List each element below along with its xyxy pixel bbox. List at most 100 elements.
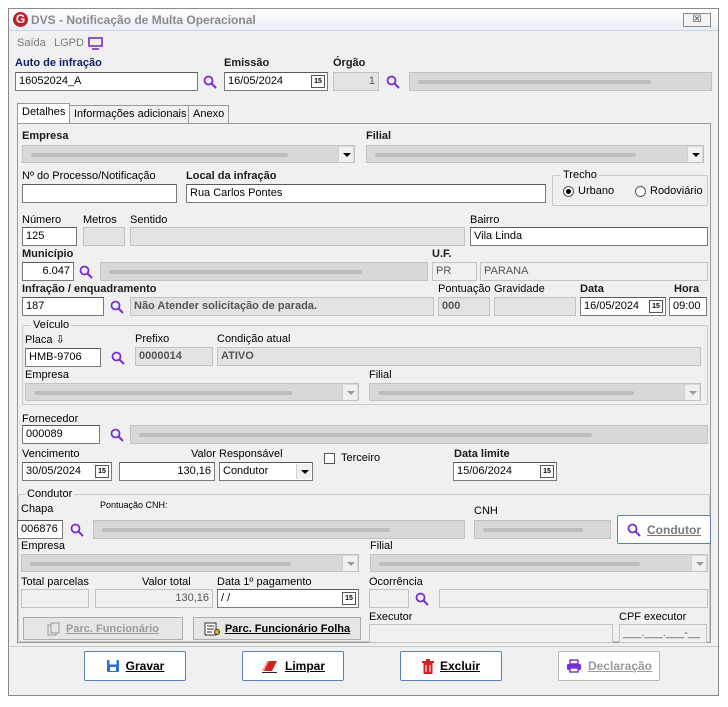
condutor-button[interactable]: Condutor bbox=[617, 515, 711, 544]
empresa-select[interactable] bbox=[22, 145, 355, 163]
auto-infracao-input[interactable]: 16052024_A bbox=[15, 72, 198, 91]
filial-select[interactable] bbox=[366, 145, 704, 163]
chevron-down-icon[interactable] bbox=[296, 464, 311, 479]
chevron-down-icon[interactable] bbox=[687, 147, 702, 162]
executor-input bbox=[369, 624, 613, 643]
search-icon[interactable] bbox=[415, 592, 429, 606]
orgao-input[interactable]: 1 bbox=[333, 72, 379, 91]
gravidade-label: Gravidade bbox=[494, 283, 545, 295]
veiculo-empresa-select[interactable] bbox=[25, 383, 359, 401]
search-icon[interactable] bbox=[110, 428, 124, 442]
condutor-empresa-select[interactable] bbox=[21, 554, 359, 572]
bairro-label: Bairro bbox=[470, 214, 500, 226]
processo-input[interactable] bbox=[22, 184, 177, 203]
search-icon bbox=[627, 523, 641, 537]
parc-funcionario-folha-button[interactable]: Parc. Funcionário Folha bbox=[193, 617, 361, 640]
menu-lgpd[interactable]: LGPD bbox=[54, 37, 84, 49]
chevron-down-icon[interactable] bbox=[342, 385, 357, 400]
municipio-name bbox=[100, 262, 428, 281]
search-icon[interactable] bbox=[110, 300, 124, 314]
condutor-button-label: Condutor bbox=[647, 522, 701, 537]
placa-input[interactable]: HMB-9706 bbox=[25, 348, 101, 367]
sentido-input[interactable] bbox=[130, 227, 465, 246]
search-icon[interactable] bbox=[111, 351, 125, 365]
tab-informacoes-adicionais[interactable]: Informações adicionais bbox=[69, 105, 192, 123]
parc-funcionario-button[interactable]: Parc. Funcionário bbox=[23, 617, 183, 640]
monitor-icon[interactable] bbox=[88, 37, 103, 50]
municipio-input[interactable]: 6.047 bbox=[22, 262, 74, 281]
vencimento-input[interactable]: 30/05/2024 15 bbox=[22, 462, 112, 481]
veiculo-filial-label: Filial bbox=[369, 369, 392, 381]
gravar-button[interactable]: Gravar bbox=[84, 651, 186, 681]
emissao-input[interactable]: 16/05/2024 15 bbox=[224, 72, 328, 91]
veiculo-empresa-label: Empresa bbox=[25, 369, 70, 381]
data-limite-label: Data limite bbox=[454, 448, 510, 460]
condicao-label: Condição atual bbox=[217, 333, 291, 345]
municipio-label: Município bbox=[22, 248, 74, 260]
search-icon[interactable] bbox=[70, 523, 84, 537]
numero-input[interactable]: 125 bbox=[22, 227, 77, 246]
condutor-group: Condutor Chapa Pontuação CNH: 006876 CNH… bbox=[17, 488, 711, 643]
urbano-radio[interactable] bbox=[563, 186, 574, 197]
data-input[interactable]: 16/05/2024 15 bbox=[580, 297, 666, 316]
responsavel-label: Responsável bbox=[219, 448, 283, 460]
chevron-down-icon[interactable] bbox=[338, 147, 353, 162]
bairro-input[interactable]: Vila Linda bbox=[470, 227, 708, 246]
empresa-label: Empresa bbox=[22, 130, 69, 142]
fornecedor-input[interactable]: 000089 bbox=[22, 425, 100, 444]
orgao-description bbox=[409, 72, 712, 91]
vencimento-value: 30/05/2024 bbox=[26, 465, 82, 477]
filial-label: Filial bbox=[366, 130, 392, 142]
metros-input[interactable] bbox=[83, 227, 125, 246]
uf-input[interactable]: PR bbox=[432, 262, 477, 281]
menu-saida[interactable]: Saída bbox=[17, 37, 46, 49]
declaracao-label: Declaração bbox=[587, 659, 653, 673]
hora-input[interactable]: 09:00 bbox=[669, 297, 707, 316]
excluir-button[interactable]: Excluir bbox=[400, 651, 502, 681]
chevron-down-icon[interactable] bbox=[342, 556, 357, 571]
infracao-code-input[interactable]: 187 bbox=[22, 297, 104, 316]
terceiro-checkbox[interactable] bbox=[324, 453, 335, 464]
chapa-input[interactable]: 006876 bbox=[17, 520, 63, 539]
prefixo-input: 0000014 bbox=[135, 347, 213, 366]
calendar-icon[interactable]: 15 bbox=[342, 592, 356, 605]
ocorrencia-input[interactable] bbox=[369, 589, 409, 608]
local-input[interactable]: Rua Carlos Pontes bbox=[186, 184, 546, 203]
footer-divider bbox=[9, 646, 718, 647]
ocorrencia-description bbox=[439, 589, 708, 608]
pontuacao-label: Pontuação bbox=[438, 283, 491, 295]
chevron-down-icon[interactable] bbox=[684, 385, 699, 400]
tab-detalhes[interactable]: Detalhes bbox=[17, 103, 71, 123]
calendar-icon[interactable]: 15 bbox=[311, 75, 325, 88]
calendar-icon[interactable]: 15 bbox=[540, 465, 554, 478]
declaracao-button[interactable]: Declaração bbox=[558, 651, 660, 681]
condutor-name bbox=[93, 520, 465, 539]
search-icon[interactable] bbox=[203, 75, 217, 89]
calendar-icon[interactable]: 15 bbox=[649, 300, 663, 313]
search-icon[interactable] bbox=[79, 265, 93, 279]
trash-icon bbox=[421, 658, 434, 674]
limpar-button[interactable]: Limpar bbox=[242, 651, 344, 681]
tab-anexo[interactable]: Anexo bbox=[188, 105, 230, 123]
data-pagamento-input[interactable]: / / 15 bbox=[217, 589, 359, 608]
valor-input[interactable]: 130,16 bbox=[119, 462, 215, 481]
condutor-filial-select[interactable] bbox=[370, 554, 708, 572]
prefixo-label: Prefixo bbox=[135, 333, 170, 345]
search-icon[interactable] bbox=[386, 75, 400, 89]
data-limite-input[interactable]: 15/06/2024 15 bbox=[453, 462, 557, 481]
estado-input: PARANA bbox=[480, 262, 708, 281]
excluir-label: Excluir bbox=[439, 659, 481, 673]
close-button[interactable]: ☒ bbox=[683, 13, 711, 27]
veiculo-filial-select[interactable] bbox=[369, 383, 701, 401]
pontuacao-cnh-label: Pontuação CNH: bbox=[100, 500, 168, 510]
document-stack-icon bbox=[47, 622, 60, 635]
rodoviario-radio[interactable] bbox=[635, 186, 646, 197]
placa-label: Placa ⇩ bbox=[25, 334, 65, 346]
responsavel-select[interactable]: Condutor bbox=[219, 462, 313, 481]
terceiro-label: Terceiro bbox=[341, 452, 381, 464]
chevron-down-icon[interactable] bbox=[691, 556, 706, 571]
calendar-icon[interactable]: 15 bbox=[95, 465, 109, 478]
gravidade-input bbox=[494, 297, 576, 316]
parc-funcionario-label: Parc. Funcionário bbox=[66, 622, 159, 635]
data-limite-value: 15/06/2024 bbox=[457, 465, 513, 477]
